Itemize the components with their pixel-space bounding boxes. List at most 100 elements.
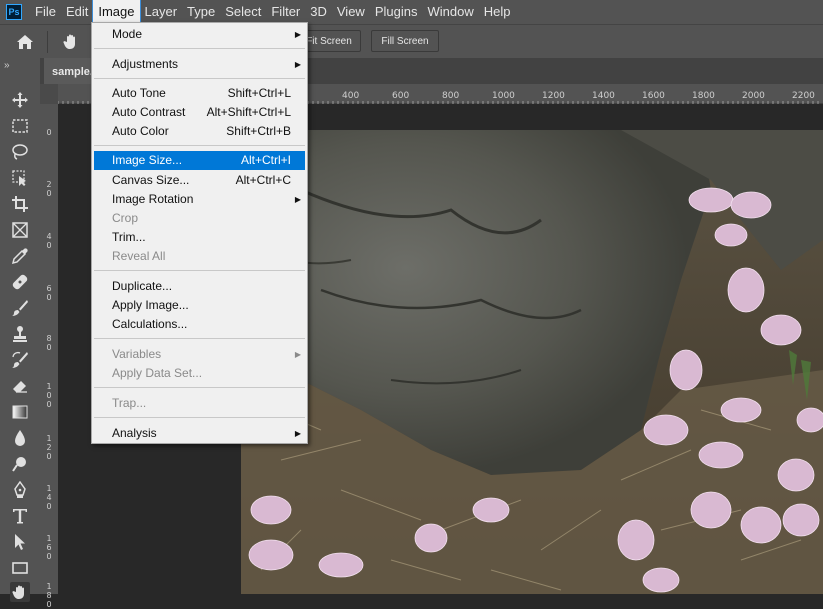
menu-window[interactable]: Window [422, 0, 478, 24]
submenu-arrow-icon: ▶ [294, 195, 301, 204]
menu-item-apply-image[interactable]: Apply Image... [94, 296, 305, 315]
path-selection-tool-icon[interactable] [10, 532, 30, 552]
menu-edit[interactable]: Edit [61, 0, 93, 24]
brush-tool-icon[interactable] [10, 298, 30, 318]
healing-brush-tool-icon[interactable] [10, 272, 30, 292]
menu-item-reveal-all: Reveal All [94, 247, 305, 266]
menu-item-label: Image Size... [112, 153, 183, 167]
ruler-corner [40, 84, 58, 104]
menu-item-image-rotation[interactable]: Image Rotation ▶ [94, 190, 305, 209]
fill-screen-button[interactable]: Fill Screen [371, 30, 439, 52]
gradient-tool-icon[interactable] [10, 402, 30, 422]
menu-item-label: Crop [112, 211, 139, 225]
clone-stamp-tool-icon[interactable] [10, 324, 30, 344]
menu-item-adjustments[interactable]: Adjustments ▶ [94, 55, 305, 74]
menu-bar: Ps File Edit Image Layer Type Select Fil… [0, 0, 823, 25]
ruler-tick-label: 4 0 [46, 232, 52, 250]
menu-separator [94, 338, 305, 339]
ruler-tick-label: 1 6 0 [46, 534, 52, 561]
menu-plugins[interactable]: Plugins [370, 0, 423, 24]
document-image[interactable] [241, 130, 823, 594]
menu-item-auto-contrast[interactable]: Auto Contrast Alt+Shift+Ctrl+L [94, 103, 305, 122]
object-selection-tool-icon[interactable] [10, 168, 30, 188]
menu-item-shortcut: Alt+Shift+Ctrl+L [206, 105, 291, 119]
menu-item-variables: Variables ▶ [94, 345, 305, 364]
menu-filter[interactable]: Filter [266, 0, 305, 24]
menu-layer[interactable]: Layer [140, 0, 183, 24]
collapse-panel-icon[interactable]: » [4, 60, 10, 71]
type-tool-icon[interactable] [10, 506, 30, 526]
menu-item-label: Auto Contrast [112, 105, 186, 119]
menu-item-trap: Trap... [94, 394, 305, 413]
menu-item-auto-tone[interactable]: Auto Tone Shift+Ctrl+L [94, 84, 305, 103]
menu-item-image-size[interactable]: Image Size... Alt+Ctrl+I [94, 151, 305, 170]
submenu-arrow-icon: ▶ [294, 429, 301, 438]
menu-item-trim[interactable]: Trim... [94, 228, 305, 247]
menu-select[interactable]: Select [220, 0, 266, 24]
eyedropper-tool-icon[interactable] [10, 246, 30, 266]
menu-item-duplicate[interactable]: Duplicate... [94, 277, 305, 296]
menu-image[interactable]: Image [92, 0, 141, 25]
menu-item-label: Image Rotation [112, 192, 194, 206]
menu-separator [94, 417, 305, 418]
menu-item-analysis[interactable]: Analysis ▶ [94, 424, 305, 443]
menu-item-label: Trap... [112, 396, 147, 410]
menu-item-label: Apply Image... [112, 298, 189, 312]
marquee-tool-icon[interactable] [10, 116, 30, 136]
menu-separator [94, 270, 305, 271]
menu-item-crop: Crop [94, 209, 305, 228]
tools-panel: » [0, 58, 40, 602]
pen-tool-icon[interactable] [10, 480, 30, 500]
hand-tool-icon[interactable] [10, 582, 30, 602]
ruler-tick-label: 0 [46, 128, 52, 137]
move-tool-icon[interactable] [10, 90, 30, 110]
menu-type[interactable]: Type [182, 0, 220, 24]
menu-view[interactable]: View [332, 0, 370, 24]
home-icon[interactable] [14, 31, 36, 53]
history-brush-tool-icon[interactable] [10, 350, 30, 370]
menu-item-shortcut: Alt+Ctrl+I [240, 153, 291, 167]
menu-item-calculations[interactable]: Calculations... [94, 315, 305, 334]
eraser-tool-icon[interactable] [10, 376, 30, 396]
menu-item-label: Analysis [112, 426, 157, 440]
menu-file[interactable]: File [30, 0, 61, 24]
hand-icon[interactable] [60, 31, 82, 53]
submenu-arrow-icon: ▶ [294, 60, 301, 69]
menu-item-label: Auto Tone [112, 86, 166, 100]
vertical-ruler: 0 2 0 4 0 6 0 8 0 1 0 0 1 2 0 1 4 0 1 6 … [40, 104, 58, 609]
menu-item-apply-data-set: Apply Data Set... [94, 364, 305, 383]
menu-item-shortcut: Shift+Ctrl+L [227, 86, 291, 100]
menu-item-canvas-size[interactable]: Canvas Size... Alt+Ctrl+C [94, 171, 305, 190]
frame-tool-icon[interactable] [10, 220, 30, 240]
menu-item-label: Trim... [112, 230, 146, 244]
menu-item-label: Auto Color [112, 124, 169, 138]
menu-item-label: Apply Data Set... [112, 366, 203, 380]
photoshop-logo-icon: Ps [6, 4, 22, 20]
menu-item-shortcut: Alt+Ctrl+C [235, 173, 291, 187]
submenu-arrow-icon: ▶ [294, 350, 301, 359]
ruler-tick-label: 1 8 0 [46, 582, 52, 609]
menu-item-shortcut: Shift+Ctrl+B [226, 124, 291, 138]
dodge-tool-icon[interactable] [10, 454, 30, 474]
rectangle-tool-icon[interactable] [10, 558, 30, 578]
menu-item-label: Mode [112, 27, 143, 41]
lasso-tool-icon[interactable] [10, 142, 30, 162]
crop-tool-icon[interactable] [10, 194, 30, 214]
menu-item-label: Variables [112, 347, 162, 361]
menu-item-auto-color[interactable]: Auto Color Shift+Ctrl+B [94, 122, 305, 141]
blur-tool-icon[interactable] [10, 428, 30, 448]
ruler-tick-label: 1 2 0 [46, 434, 52, 461]
menu-item-label: Canvas Size... [112, 173, 190, 187]
menu-item-label: Adjustments [112, 57, 179, 71]
image-menu-dropdown: Mode ▶ Adjustments ▶ Auto Tone Shift+Ctr… [91, 22, 308, 444]
menu-separator [94, 48, 305, 49]
ruler-tick-label: 1 0 0 [46, 382, 52, 409]
ruler-tick-label: 1 4 0 [46, 484, 52, 511]
ruler-tick-label: 2 0 [46, 180, 52, 198]
menu-item-label: Calculations... [112, 317, 188, 331]
menu-item-mode[interactable]: Mode ▶ [94, 25, 305, 44]
ruler-tick-label: 6 0 [46, 284, 52, 302]
menu-help[interactable]: Help [479, 0, 516, 24]
menu-3d[interactable]: 3D [305, 0, 332, 24]
menu-item-label: Duplicate... [112, 279, 173, 293]
